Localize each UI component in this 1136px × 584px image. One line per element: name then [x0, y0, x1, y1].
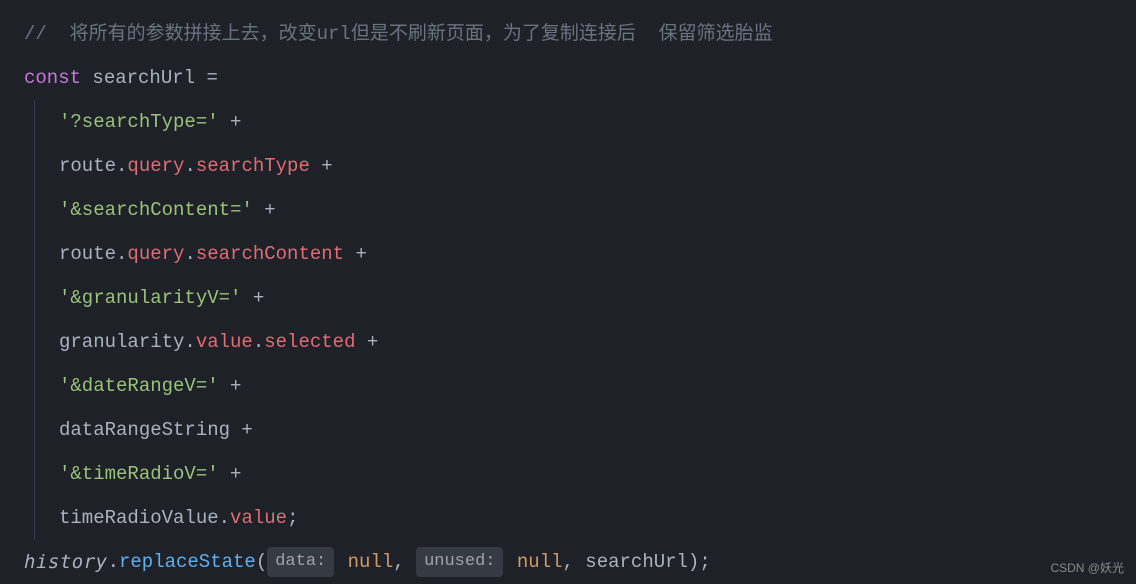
code-line: dataRangeString +	[59, 408, 1136, 452]
paren: (	[256, 547, 267, 577]
property: value	[196, 327, 253, 357]
code-line: '&dateRangeV=' +	[59, 364, 1136, 408]
null-keyword: null	[505, 547, 562, 577]
property: searchType	[196, 151, 310, 181]
code-line: '&searchContent=' +	[59, 188, 1136, 232]
dot: .	[184, 151, 195, 181]
dot: .	[184, 239, 195, 269]
dot: .	[116, 239, 127, 269]
operator: +	[253, 195, 276, 225]
string-literal: '&granularityV='	[59, 283, 241, 313]
operator: +	[230, 415, 253, 445]
identifier-history: history	[24, 547, 108, 577]
code-line: // 将所有的参数拼接上去，改变url但是不刷新页面，为了复制连接后 保留筛选胎…	[24, 12, 1136, 56]
param-hint: unused:	[416, 547, 503, 576]
string-literal: '&dateRangeV='	[59, 371, 219, 401]
dot: .	[116, 151, 127, 181]
param-hint: data:	[267, 547, 334, 576]
identifier: granularity	[59, 327, 184, 357]
identifier: timeRadioValue	[59, 503, 219, 533]
operator: +	[355, 327, 378, 357]
operator: +	[219, 107, 242, 137]
code-line: timeRadioValue.value;	[59, 496, 1136, 540]
semicolon: ;	[287, 503, 298, 533]
rest-args: , searchUrl);	[563, 547, 711, 577]
code-line: route.query.searchContent +	[59, 232, 1136, 276]
code-line: '?searchType=' +	[59, 100, 1136, 144]
operator: +	[241, 283, 264, 313]
operator: +	[219, 459, 242, 489]
method-name: replaceState	[119, 547, 256, 577]
operator: +	[310, 151, 333, 181]
string-literal: '&timeRadioV='	[59, 459, 219, 489]
code-line: route.query.searchType +	[59, 144, 1136, 188]
string-literal: '?searchType='	[59, 107, 219, 137]
comma: ,	[393, 547, 416, 577]
property: searchContent	[196, 239, 344, 269]
code-line: granularity.value.selected +	[59, 320, 1136, 364]
code-editor: // 将所有的参数拼接上去，改变url但是不刷新页面，为了复制连接后 保留筛选胎…	[24, 12, 1136, 584]
dot: .	[184, 327, 195, 357]
operator: +	[219, 371, 242, 401]
comment-text: // 将所有的参数拼接上去，改变url但是不刷新页面，为了复制连接后 保留筛选胎…	[24, 19, 773, 49]
property: query	[127, 151, 184, 181]
indent-block: '?searchType=' + route.query.searchType …	[34, 100, 1136, 540]
watermark: CSDN @妖光	[1050, 559, 1124, 578]
dot: .	[219, 503, 230, 533]
code-line: '&timeRadioV=' +	[59, 452, 1136, 496]
dot: .	[108, 547, 119, 577]
variable-name: searchUrl	[81, 63, 206, 93]
code-line: history.replaceState( data: null, unused…	[24, 540, 1136, 584]
identifier: route	[59, 239, 116, 269]
null-keyword: null	[336, 547, 393, 577]
property: value	[230, 503, 287, 533]
property: selected	[264, 327, 355, 357]
code-line: const searchUrl =	[24, 56, 1136, 100]
identifier: route	[59, 151, 116, 181]
property: query	[127, 239, 184, 269]
identifier: dataRangeString	[59, 415, 230, 445]
keyword-const: const	[24, 63, 81, 93]
string-literal: '&searchContent='	[59, 195, 253, 225]
operator: =	[206, 63, 217, 93]
operator: +	[344, 239, 367, 269]
dot: .	[253, 327, 264, 357]
code-line: '&granularityV=' +	[59, 276, 1136, 320]
